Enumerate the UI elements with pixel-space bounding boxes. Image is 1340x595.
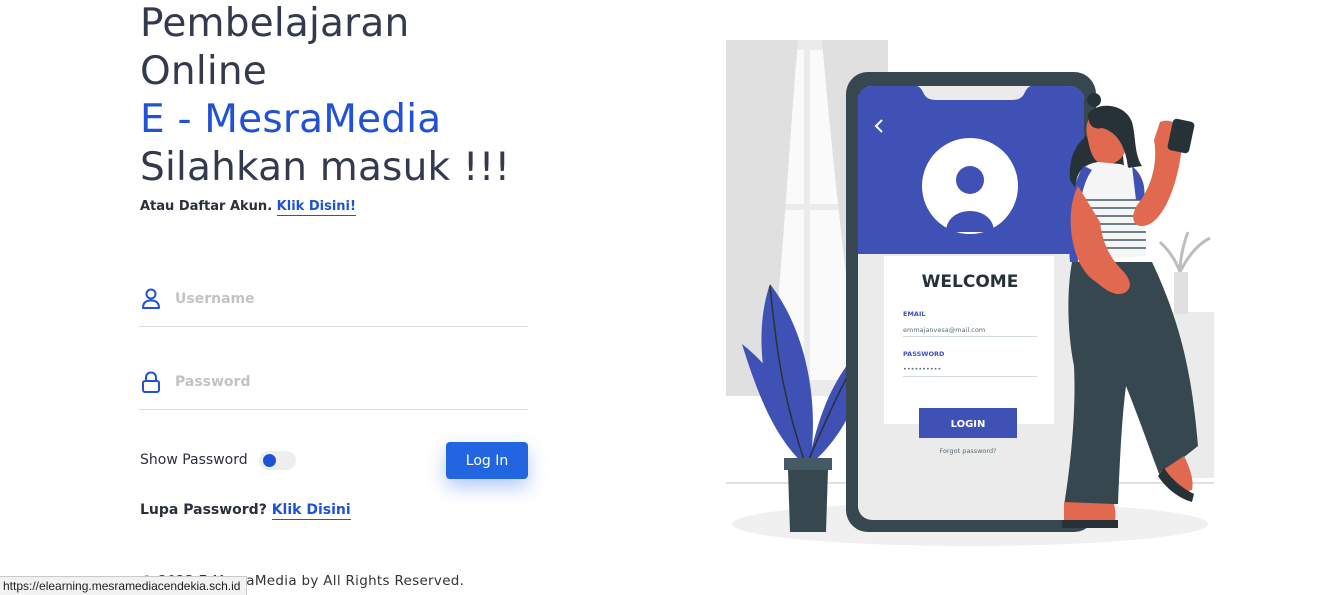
show-password-toggle[interactable]: [259, 451, 296, 470]
username-field: [139, 282, 528, 327]
password-input[interactable]: [173, 370, 517, 394]
user-icon: [140, 287, 162, 311]
hero-line-4: Silahkan masuk !!!: [140, 145, 511, 190]
phone-login-text: LOGIN: [951, 419, 986, 430]
show-password-label: Show Password: [140, 452, 248, 468]
phone-password-value: ••••••••••: [903, 365, 941, 373]
toggle-knob: [263, 454, 276, 467]
hero-heading: Pembelajaran Online E - MesraMedia Silah…: [140, 0, 540, 192]
forgot-text: Lupa Password?: [140, 502, 267, 518]
phone-password-label: PASSWORD: [903, 350, 945, 358]
username-input[interactable]: [173, 287, 517, 311]
forgot-password-line: Lupa Password? Klik Disini: [140, 502, 351, 520]
signup-text: Atau Daftar Akun.: [140, 199, 273, 214]
lock-icon: [140, 370, 162, 394]
forgot-password-link[interactable]: Klik Disini: [271, 502, 351, 520]
hero-brand: E - MesraMedia: [140, 97, 442, 142]
login-illustration: WELCOME EMAIL emmajanvesa@mail.com PASSW…: [726, 40, 1214, 546]
phone-illustration: WELCOME EMAIL emmajanvesa@mail.com PASSW…: [846, 72, 1096, 532]
phone-forgot-text: Forgot password?: [939, 447, 996, 455]
phone-email-value: emmajanvesa@mail.com: [903, 326, 985, 334]
hero-line-1: Pembelajaran: [140, 1, 410, 46]
phone-welcome-text: WELCOME: [922, 272, 1019, 292]
phone-email-label: EMAIL: [903, 310, 926, 318]
hero-line-2: Online: [140, 49, 267, 94]
status-bar-url: https://elearning.mesramediacendekia.sch…: [0, 576, 248, 595]
signup-link[interactable]: Klik Disini!: [276, 199, 356, 216]
signup-line: Atau Daftar Akun. Klik Disini!: [140, 199, 356, 216]
login-button[interactable]: Log In: [446, 442, 528, 479]
password-field: [139, 365, 528, 410]
